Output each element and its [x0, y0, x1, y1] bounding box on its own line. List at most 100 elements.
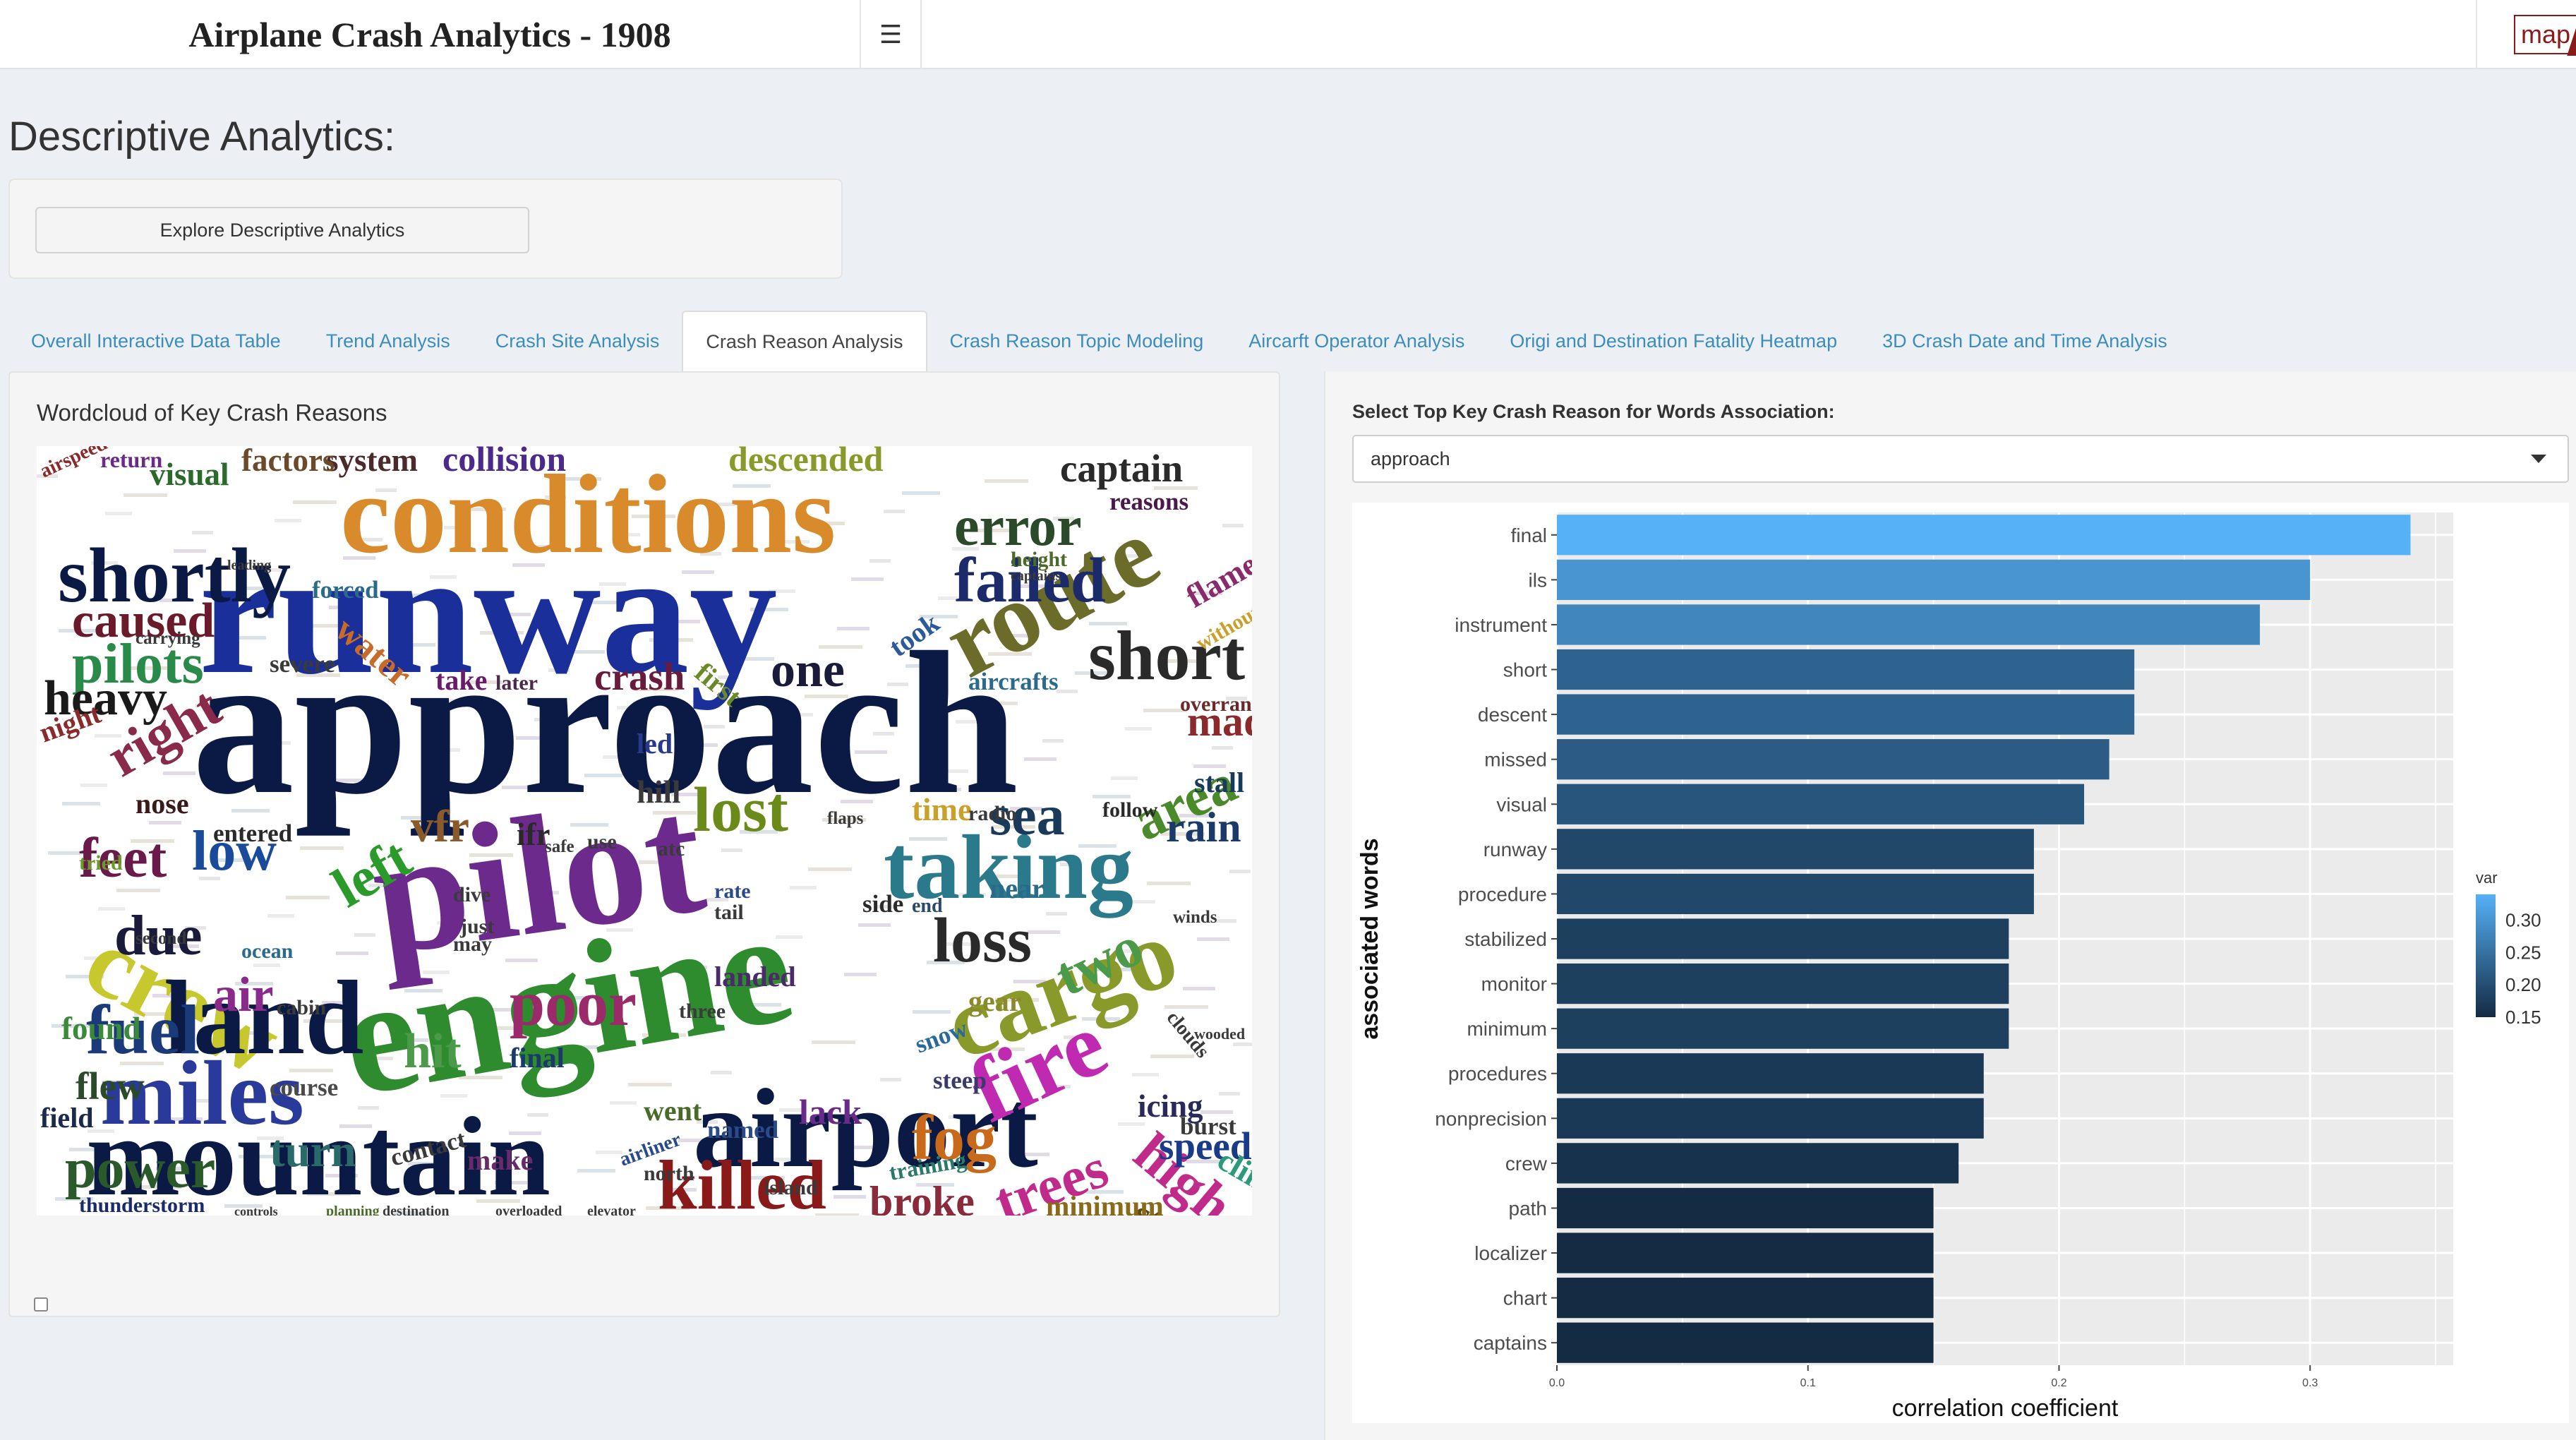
y-tick-label: nonprecision — [1435, 1108, 1547, 1129]
wordcloud-filler — [858, 923, 891, 927]
wordcloud-filler — [1215, 919, 1236, 923]
x-tick-label: 0.2 — [2051, 1377, 2066, 1389]
tab-crash-site-analysis[interactable]: Crash Site Analysis — [473, 311, 682, 371]
wordcloud-filler — [1042, 739, 1064, 743]
legend-label: 0.15 — [2505, 1007, 2541, 1028]
wordcloud-word: power — [65, 1138, 215, 1200]
wordcloud-filler — [105, 512, 132, 515]
wordcloud-word: rain — [1166, 804, 1241, 851]
x-tick-label: 0.0 — [1549, 1377, 1565, 1389]
wordcloud-word: steep — [933, 1067, 987, 1094]
wordcloud-word: tried — [79, 851, 123, 875]
wordcloud-word: rate — [714, 880, 751, 903]
wordcloud-filler — [628, 1083, 672, 1086]
hamburger-icon: ☰ — [879, 20, 903, 49]
wordcloud-word: factors — [241, 446, 335, 478]
tab-trend-analysis[interactable]: Trend Analysis — [303, 311, 473, 371]
wordcloud-word: flew — [76, 1064, 145, 1108]
wordcloud-filler — [902, 491, 940, 495]
wordcloud-filler — [884, 510, 905, 513]
wordcloud-word: overloaded — [495, 1204, 562, 1216]
wordcloud-word: gear — [968, 985, 1022, 1017]
wordcloud-word: side — [862, 890, 903, 918]
wordcloud-filler — [1057, 690, 1078, 693]
wordcloud-filler — [1183, 987, 1215, 990]
wordcloud-word: collision — [443, 446, 566, 479]
wordcloud-filler — [80, 784, 107, 787]
wordcloud-word: lost — [693, 775, 788, 845]
bar — [1557, 1278, 1934, 1319]
wordcloud-word: island — [764, 1176, 818, 1199]
wordcloud-word: landed — [714, 961, 796, 992]
bar — [1557, 604, 2261, 645]
tab-fatality-heatmap[interactable]: Origi and Destination Fatality Heatmap — [1487, 311, 1860, 371]
app-title: Airplane Crash Analytics - 1908 — [188, 15, 671, 54]
wordcloud-word: course — [270, 1074, 338, 1101]
association-chart: final ils instrument short descent missed visu… — [1352, 503, 2569, 1423]
tab-operator-analysis[interactable]: Aircarft Operator Analysis — [1226, 311, 1487, 371]
wordcloud-filler — [1212, 746, 1233, 750]
legend-label: 0.30 — [2505, 910, 2541, 931]
tab-topic-modeling[interactable]: Crash Reason Topic Modeling — [927, 311, 1227, 371]
bar — [1557, 963, 2009, 1004]
wordcloud-filler — [163, 772, 195, 775]
crash-reason-select[interactable]: approach — [1352, 435, 2569, 483]
bar — [1557, 873, 2034, 915]
bar — [1557, 559, 2311, 600]
x-tick-label: 0.3 — [2302, 1377, 2318, 1389]
bar — [1557, 1143, 1959, 1184]
wordcloud-word: later — [495, 671, 538, 695]
wordcloud-word: carrying — [136, 629, 200, 648]
bar — [1557, 1008, 2009, 1049]
wordcloud-filler — [833, 1195, 866, 1199]
bar — [1557, 1322, 1934, 1363]
tab-overall-data-table[interactable]: Overall Interactive Data Table — [8, 311, 303, 371]
wordcloud-filler — [124, 493, 167, 497]
wordcloud-word: named — [707, 1116, 779, 1144]
sidebar-toggle-button[interactable]: ☰ — [860, 0, 922, 69]
wordcloud-filler — [1219, 1092, 1240, 1096]
bar — [1557, 784, 2085, 824]
wordcloud-word: flames — [1180, 540, 1252, 615]
wordcloud-word: led — [637, 728, 673, 760]
wordcloud-filler — [1024, 757, 1057, 761]
wordcloud-word: crash — [594, 655, 685, 698]
wordcloud-word: take — [435, 664, 487, 696]
wordcloud-word: north — [644, 1162, 694, 1185]
wordcloud-svg: approachrunwaypilotengineconditionsmount… — [37, 446, 1252, 1216]
wordcloud-word: final — [510, 1042, 565, 1074]
legend-label: 0.20 — [2505, 974, 2541, 995]
wordcloud-filler — [1197, 937, 1229, 941]
wordcloud-checkbox[interactable] — [34, 1297, 48, 1312]
wordcloud-filler — [790, 886, 817, 889]
wordcloud-filler — [610, 1101, 637, 1105]
wordcloud-word: dive — [453, 883, 490, 906]
wordcloud-word: leading — [227, 558, 271, 573]
tab-crash-reason-analysis[interactable]: Crash Reason Analysis — [682, 311, 927, 371]
wordcloud-title: Wordcloud of Key Crash Reasons — [37, 400, 387, 426]
tab-3d-date-time[interactable]: 3D Crash Date and Time Analysis — [1860, 311, 2190, 371]
wordcloud-word: burst — [1180, 1112, 1236, 1140]
section-title: Descriptive Analytics: — [8, 114, 395, 160]
bar — [1557, 739, 2109, 780]
wordcloud-word: forced — [312, 576, 379, 604]
wordcloud-word: descended — [728, 446, 884, 479]
wordcloud-filler — [1111, 776, 1138, 780]
wordcloud-word: hill — [637, 774, 681, 810]
bar — [1557, 918, 2009, 959]
y-tick-label: visual — [1496, 793, 1547, 815]
wordcloud-canvas: approach runway pilot engine conditions mount… — [37, 446, 1252, 1216]
wordcloud-filler — [1222, 524, 1244, 527]
wordcloud-word: poor — [510, 969, 637, 1039]
explore-panel: Explore Descriptive Analytics — [8, 179, 843, 279]
y-tick-label: procedure — [1458, 883, 1547, 905]
wordcloud-word: minimum — [1046, 1190, 1164, 1216]
explore-descriptive-analytics-button[interactable]: Explore Descriptive Analytics — [35, 207, 529, 253]
wordcloud-word: safe — [545, 837, 574, 856]
chevron-down-icon — [2531, 455, 2546, 463]
y-tick-label: minimum — [1467, 1018, 1547, 1040]
wordcloud-filler — [1132, 1073, 1159, 1076]
association-select-label: Select Top Key Crash Reason for Words As… — [1352, 401, 1835, 422]
wordcloud-word: went — [644, 1095, 702, 1127]
wordcloud-filler — [267, 914, 294, 918]
